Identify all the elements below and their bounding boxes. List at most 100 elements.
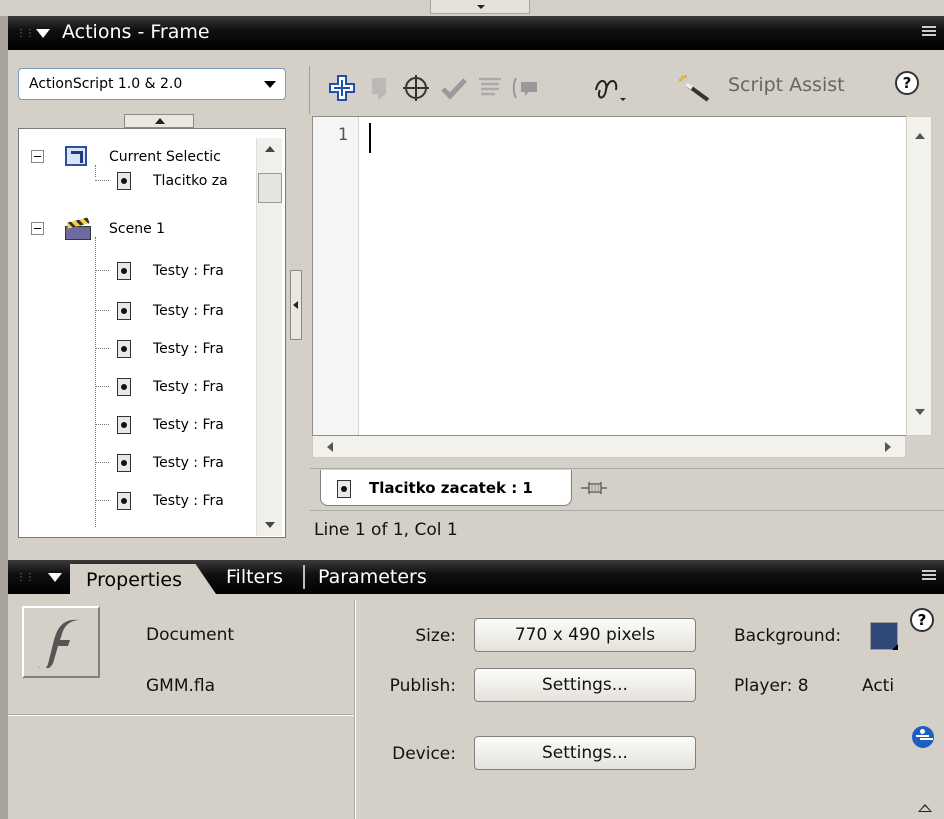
script-toolbar <box>306 60 944 116</box>
line-number-gutter: 1 <box>313 117 359 435</box>
tree-item-label: Testy : Fra <box>153 303 224 319</box>
scrollbar-corner <box>906 436 932 458</box>
collapse-toggle-icon[interactable] <box>31 222 44 235</box>
add-script-item-icon[interactable] <box>328 74 356 102</box>
tree-item-frame[interactable]: Testy : Fra <box>19 451 259 475</box>
panel-collapse-handle[interactable] <box>430 0 530 14</box>
tree-connector <box>95 270 109 271</box>
script-tab-label: Tlacitko zacatek : 1 <box>369 479 533 497</box>
actionscript-version-label[interactable]: Acti <box>862 676 902 696</box>
frame-script-icon <box>117 302 131 320</box>
frame-script-icon <box>117 172 131 190</box>
tab-filters[interactable]: Filters <box>226 566 283 588</box>
auto-format-icon[interactable] <box>476 74 504 102</box>
tree-item-frame[interactable]: Testy : Fra <box>19 375 259 399</box>
script-tab[interactable]: Tlacitko zacatek : 1 <box>320 470 572 506</box>
device-settings-button[interactable]: Settings... <box>474 736 696 770</box>
frame-script-icon <box>117 340 131 358</box>
tree-item-frame[interactable]: Testy : Fra <box>19 413 259 437</box>
tab-separator <box>303 565 305 589</box>
help-icon[interactable]: ? <box>895 71 919 95</box>
tree-item-label: Testy : Fra <box>153 263 224 279</box>
editor-horizontal-scrollbar[interactable] <box>312 436 906 458</box>
gripper-icon[interactable]: ⋮⋮ <box>16 28 35 39</box>
frame-script-icon <box>117 378 131 396</box>
device-label: Device: <box>392 744 456 764</box>
tree-connector <box>95 348 109 349</box>
tab-divider <box>310 468 944 469</box>
divider <box>8 714 354 716</box>
actions-panel-titlebar[interactable]: ⋮⋮ Actions - Frame <box>8 16 944 50</box>
tree-connector <box>95 180 109 181</box>
script-assist-button[interactable]: Script Assist <box>728 74 845 96</box>
tree-scrollbar[interactable] <box>256 138 282 536</box>
cursor-position-status: Line 1 of 1, Col 1 <box>314 520 458 540</box>
magic-wand-icon <box>679 74 710 102</box>
tab-parameters[interactable]: Parameters <box>318 566 427 588</box>
tree-item-label: Testy : Fra <box>153 417 224 433</box>
tab-properties[interactable]: Properties <box>70 564 216 594</box>
player-version-label[interactable]: Player: 8 <box>734 676 809 696</box>
frame-script-icon <box>117 454 131 472</box>
collapse-arrow-icon[interactable] <box>48 573 62 582</box>
publish-label: Publish: <box>389 676 456 696</box>
tree-item-frame[interactable]: Testy : Fra <box>19 489 259 513</box>
scroll-thumb[interactable] <box>258 173 282 203</box>
frame-script-icon <box>117 416 131 434</box>
collapse-toggle-icon[interactable] <box>31 150 44 163</box>
scroll-up-icon[interactable] <box>265 146 275 152</box>
gripper-icon[interactable]: ⋮⋮ <box>16 572 35 583</box>
toolbox-collapse-button[interactable] <box>124 114 194 128</box>
scroll-left-icon[interactable] <box>327 442 333 452</box>
editor-vertical-scrollbar[interactable] <box>906 116 932 436</box>
tree-item-label: Testy : Fra <box>153 455 224 471</box>
debug-options-icon[interactable] <box>592 74 628 102</box>
insert-target-path-icon[interactable] <box>402 74 430 102</box>
panel-menu-icon[interactable] <box>922 570 936 584</box>
check-syntax-icon[interactable] <box>440 74 468 102</box>
file-name: GMM.fla <box>146 676 216 696</box>
scroll-down-icon[interactable] <box>265 522 275 528</box>
left-edge <box>0 16 8 819</box>
tree-item-frame[interactable]: Testy : Fra <box>19 299 259 323</box>
text-caret <box>369 123 371 153</box>
tree-connector <box>95 424 109 425</box>
collapse-arrow-icon[interactable] <box>36 29 50 38</box>
line-number: 1 <box>337 125 348 145</box>
tree-item-label: Testy : Fra <box>153 493 224 509</box>
background-color-swatch[interactable] <box>870 622 898 650</box>
find-icon[interactable] <box>366 74 394 102</box>
accessibility-icon[interactable] <box>912 726 934 748</box>
tree-connector <box>95 500 109 501</box>
pin-script-icon[interactable] <box>580 478 608 498</box>
panel-menu-icon[interactable] <box>922 26 936 40</box>
flash-document-icon <box>22 606 100 678</box>
expand-panel-icon[interactable] <box>918 804 932 812</box>
tree-item-label: Testy : Fra <box>153 379 224 395</box>
code-hint-icon[interactable] <box>512 74 540 102</box>
script-navigator-tree: Current Selectic Tlacitko za Scene 1 Tes… <box>18 128 286 538</box>
language-select[interactable]: ActionScript 1.0 & 2.0 <box>18 68 286 100</box>
tree-item-current-selection[interactable]: Current Selectic <box>19 145 259 169</box>
document-size-button[interactable]: 770 x 490 pixels <box>474 618 696 652</box>
tree-item-frame[interactable]: Testy : Fra <box>19 337 259 361</box>
scroll-down-icon[interactable] <box>915 409 925 415</box>
tree-item-selection-child[interactable]: Tlacitko za <box>19 169 259 193</box>
scroll-up-icon[interactable] <box>915 133 925 139</box>
tree-item-label: Tlacitko za <box>153 173 228 189</box>
tree-item-label: Scene 1 <box>109 221 166 237</box>
tree-item-scene[interactable]: Scene 1 <box>19 217 259 241</box>
tree-connector <box>95 386 109 387</box>
scroll-right-icon[interactable] <box>885 442 891 452</box>
script-editor[interactable]: 1 <box>312 116 906 436</box>
current-selection-icon <box>65 146 87 166</box>
help-icon[interactable]: ? <box>910 608 934 632</box>
frame-script-icon <box>337 480 351 498</box>
tree-item-label: Current Selectic <box>109 149 221 165</box>
panel-splitter-handle[interactable] <box>290 270 302 340</box>
publish-settings-button[interactable]: Settings... <box>474 668 696 702</box>
scene-icon <box>65 217 91 240</box>
tree-connector <box>95 462 109 463</box>
tree-item-frame[interactable]: Testy : Fra <box>19 259 259 283</box>
chevron-down-icon <box>264 81 276 88</box>
